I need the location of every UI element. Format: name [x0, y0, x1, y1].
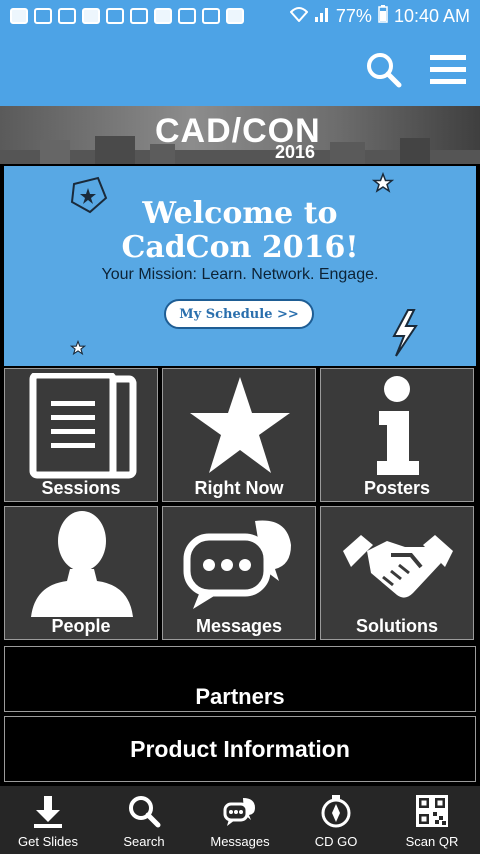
tile-label: People — [51, 616, 111, 636]
menu-button[interactable] — [428, 50, 468, 90]
tile-label: Solutions — [356, 616, 438, 636]
notification-icon — [34, 8, 52, 24]
tile-label: Posters — [363, 478, 431, 498]
welcome-panel: Welcome to CadCon 2016! Your Mission: Le… — [4, 166, 476, 366]
person-icon — [31, 511, 133, 617]
tile-right-now[interactable]: Right Now — [162, 368, 316, 502]
documents-icon — [29, 373, 137, 479]
news-notification-icon — [82, 8, 100, 24]
nav-label: Messages — [210, 834, 270, 849]
tile-posters[interactable]: Posters — [320, 368, 474, 502]
nav-messages[interactable]: Messages — [192, 786, 288, 854]
app-notification-icon — [154, 8, 172, 24]
my-schedule-button[interactable]: My Schedule >> — [164, 299, 314, 329]
tile-label: Right Now — [194, 478, 284, 498]
tile-solutions[interactable]: Solutions — [320, 506, 474, 640]
tile-label: Messages — [195, 616, 283, 636]
nav-cd-go[interactable]: CD GO — [288, 786, 384, 854]
handshake-icon — [343, 535, 453, 598]
welcome-subtitle: Your Mission: Learn. Network. Engage. — [101, 266, 379, 283]
tile-people[interactable]: People — [4, 506, 158, 640]
lightning-icon — [392, 309, 418, 357]
nav-scan-qr[interactable]: Scan QR — [384, 786, 480, 854]
product-information-label: Product Information — [130, 735, 350, 762]
nav-label: Get Slides — [18, 834, 78, 849]
app-notification-icon — [178, 8, 196, 24]
chat-icon — [183, 520, 291, 609]
hamburger-menu-icon — [430, 55, 466, 84]
clock: 10:40 AM — [393, 5, 470, 26]
app-notification-icon — [202, 8, 220, 24]
battery-level: 77% — [335, 5, 372, 26]
small-star-icon — [70, 340, 86, 356]
download-icon — [34, 796, 62, 828]
nav-search[interactable]: Search — [96, 786, 192, 854]
welcome-event-name: CadCon 2016! — [121, 230, 359, 265]
qr-icon — [416, 795, 448, 827]
product-information-button[interactable]: Product Information — [4, 716, 476, 782]
search-icon — [129, 796, 161, 828]
partners-button[interactable]: Partners — [4, 646, 476, 712]
tile-sessions[interactable]: Sessions — [4, 368, 158, 502]
battery-icon — [378, 4, 388, 28]
app-notification-icon — [106, 8, 124, 24]
compass-icon — [321, 795, 351, 828]
header-banner: CAD/CON 2016 — [0, 106, 480, 164]
partners-label: Partners — [195, 684, 285, 709]
nav-label: Search — [123, 834, 165, 849]
status-bar: 77% 10:40 AM — [0, 0, 480, 32]
message-notification-icon — [10, 8, 28, 24]
logo-year: 2016 — [275, 142, 316, 162]
nav-get-slides[interactable]: Get Slides — [0, 786, 96, 854]
star-icon — [190, 377, 290, 473]
notification-icons — [10, 8, 244, 24]
signal-icon — [314, 6, 330, 27]
app-notification-icon — [130, 8, 148, 24]
search-icon — [367, 53, 402, 88]
welcome-title: Welcome to — [142, 196, 338, 231]
wifi-icon — [289, 6, 309, 27]
nav-label: CD GO — [314, 834, 358, 849]
info-icon — [377, 376, 419, 475]
app-notification-icon — [226, 8, 244, 24]
notification-icon — [58, 8, 76, 24]
search-button[interactable] — [364, 50, 404, 90]
bottom-navigation: Get Slides Search Messages CD GO Scan QR — [0, 786, 480, 854]
tile-label: Sessions — [41, 478, 121, 498]
star-icon — [372, 172, 394, 193]
app-bar — [0, 32, 480, 106]
nav-label: Scan QR — [405, 834, 459, 849]
tile-messages[interactable]: Messages — [162, 506, 316, 640]
chat-icon — [223, 798, 255, 826]
